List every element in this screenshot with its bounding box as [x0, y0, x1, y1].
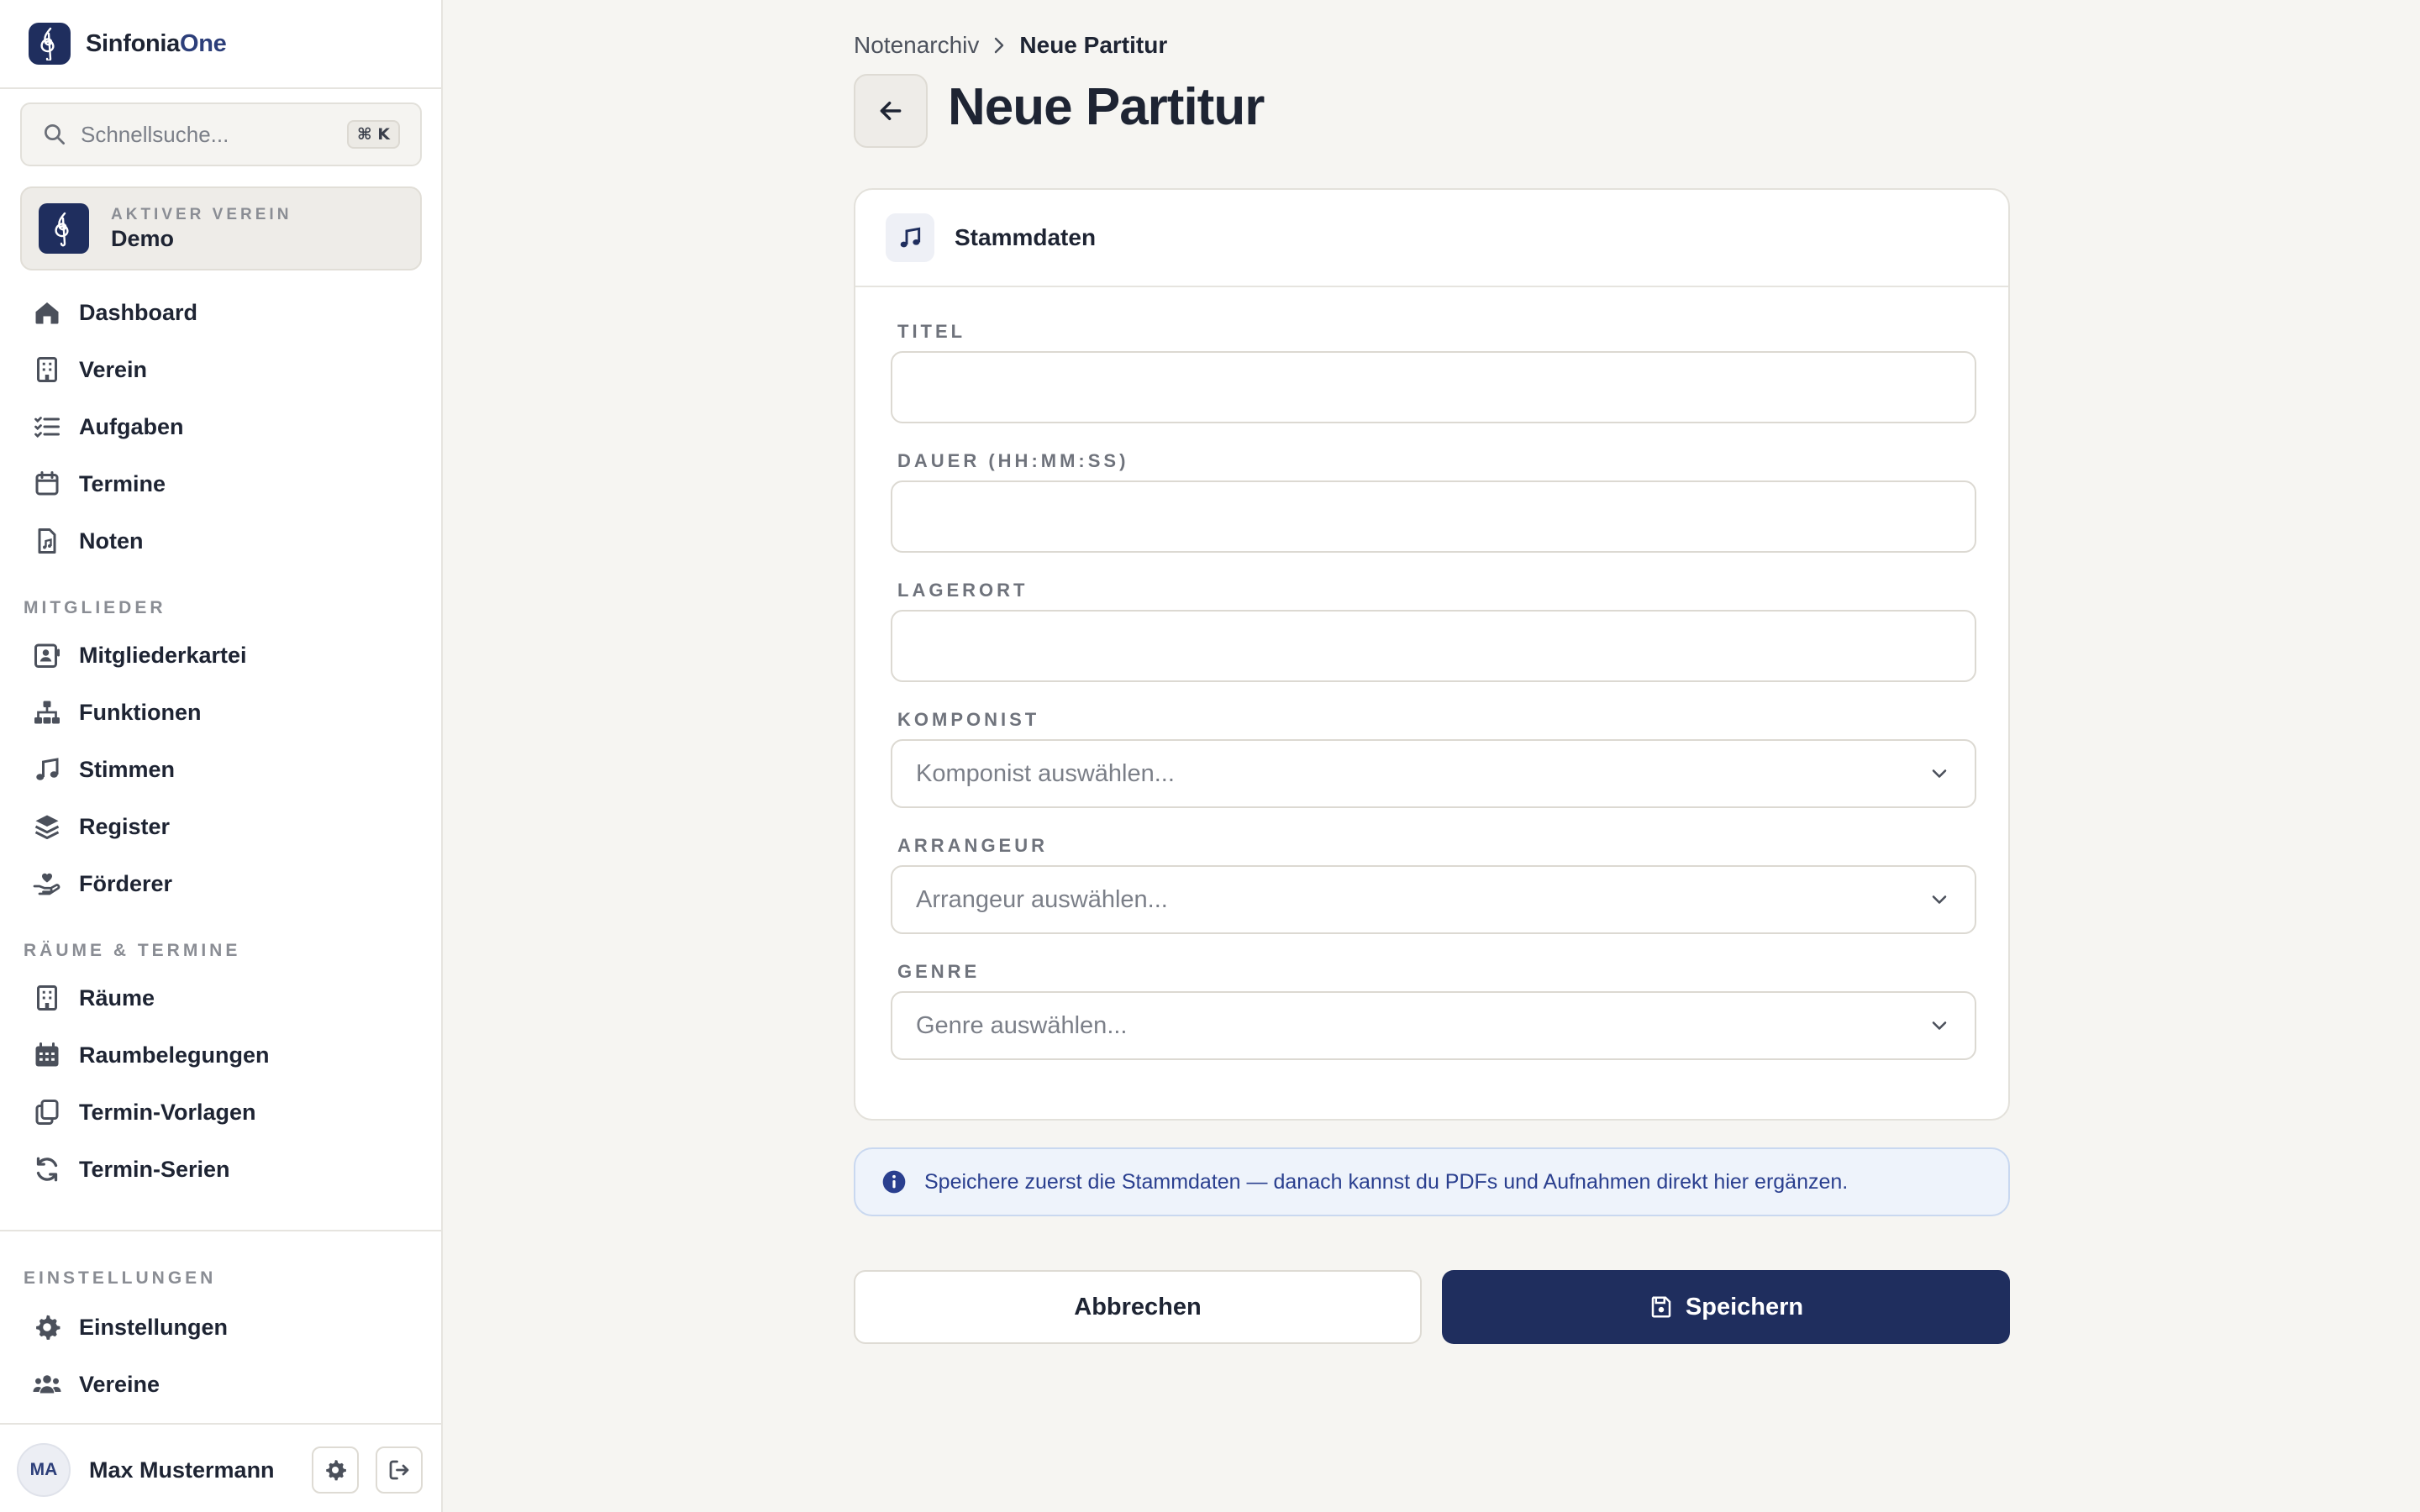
- search-shortcut-badge: ⌘ K: [347, 120, 400, 149]
- building-icon: [37, 357, 57, 382]
- komponist-select[interactable]: Komponist auswählen...: [891, 739, 1976, 808]
- page-title: Neue Partitur: [948, 78, 1265, 136]
- club-logo-icon: [39, 203, 89, 254]
- sidebar-item-termine[interactable]: Termine: [24, 460, 418, 507]
- file-music-icon: [38, 528, 56, 554]
- active-club-switcher[interactable]: AKTIVER VEREIN Demo: [20, 186, 422, 270]
- sidebar-item-register[interactable]: Register: [24, 803, 418, 850]
- settings-divider: [0, 1230, 441, 1231]
- arrangeur-select[interactable]: Arrangeur auswählen...: [891, 865, 1976, 934]
- clipped-section-label: [24, 1221, 32, 1228]
- lagerort-label: LAGERORT: [897, 580, 1028, 601]
- titel-input[interactable]: [891, 351, 1976, 423]
- layers-icon: [34, 815, 60, 839]
- calendar-icon: [35, 471, 59, 496]
- save-button[interactable]: Speichern: [1442, 1270, 2010, 1344]
- sidebar-item-termin-vorlagen[interactable]: Termin-Vorlagen: [24, 1089, 418, 1136]
- list-check-icon: [34, 417, 60, 438]
- user-name: Max Mustermann: [89, 1457, 275, 1483]
- logout-icon: [389, 1460, 409, 1480]
- sidebar-item-stimmen[interactable]: Stimmen: [24, 746, 418, 793]
- gear-icon: [36, 1315, 60, 1340]
- dauer-label: DAUER (HH:MM:SS): [897, 450, 1129, 471]
- info-text: Speichere zuerst die Stammdaten — danach…: [924, 1169, 1849, 1194]
- sidebar-item-noten[interactable]: Noten: [24, 517, 418, 564]
- logout-button[interactable]: [376, 1446, 423, 1494]
- chevron-right-icon: [991, 35, 1007, 55]
- id-card-icon: [34, 643, 60, 668]
- breadcrumb: Notenarchiv Neue Partitur: [854, 30, 1167, 60]
- sidebar-item-funktionen[interactable]: Funktionen: [24, 689, 418, 736]
- floppy-disk-icon: [1651, 1296, 1671, 1318]
- sidebar-item-einstellungen[interactable]: Einstellungen: [24, 1304, 418, 1351]
- user-panel: MA Max Mustermann: [0, 1428, 441, 1512]
- users-icon: [33, 1375, 61, 1394]
- stammdaten-card: Stammdaten TITEL DAUER (HH:MM:SS) LAGERO…: [854, 188, 2010, 1121]
- sidebar-item-raumbelegungen[interactable]: Raumbelegungen: [24, 1032, 418, 1079]
- building-icon: [37, 985, 57, 1011]
- section-label-mitglieder: MITGLIEDER: [24, 598, 166, 617]
- breadcrumb-current: Neue Partitur: [1019, 32, 1168, 58]
- chevron-down-icon: [1932, 769, 1947, 778]
- info-banner: Speichere zuerst die Stammdaten — danach…: [854, 1147, 2010, 1216]
- app-name: SinfoniaOne: [86, 29, 227, 57]
- sidebar-item-aufgaben[interactable]: Aufgaben: [24, 403, 418, 450]
- genre-select[interactable]: Genre auswählen...: [891, 991, 1976, 1060]
- komponist-placeholder: Komponist auswählen...: [916, 759, 1175, 787]
- brand-header[interactable]: SinfoniaOne: [0, 0, 441, 89]
- active-club-kicker: AKTIVER VEREIN: [111, 205, 292, 223]
- save-button-label: Speichern: [1685, 1293, 1804, 1320]
- sidebar-item-foerderer[interactable]: Förderer: [24, 860, 418, 907]
- gear-icon: [326, 1460, 346, 1481]
- music-note-icon: [886, 213, 934, 262]
- sidebar-item-mitgliederkartei[interactable]: Mitgliederkartei: [24, 632, 418, 679]
- hand-heart-icon: [33, 873, 60, 895]
- quick-search-input[interactable]: Schnellsuche... ⌘ K: [20, 102, 422, 166]
- info-icon: [882, 1170, 906, 1194]
- copy-icon: [35, 1100, 59, 1125]
- card-header: Stammdaten: [855, 190, 2008, 287]
- chevron-down-icon: [1932, 1021, 1947, 1030]
- genre-label: GENRE: [897, 961, 981, 982]
- search-placeholder: Schnellsuche...: [81, 121, 229, 147]
- genre-placeholder: Genre auswählen...: [916, 1011, 1128, 1039]
- music-note-icon: [36, 758, 59, 780]
- sidebar-item-dashboard[interactable]: Dashboard: [24, 289, 418, 336]
- sitemap-icon: [34, 701, 60, 724]
- avatar[interactable]: MA: [17, 1443, 71, 1497]
- search-icon: [45, 124, 65, 144]
- home-icon: [35, 302, 59, 324]
- back-button[interactable]: [854, 74, 928, 148]
- sidebar: SinfoniaOne Schnellsuche... ⌘ K AKTIVER …: [0, 0, 443, 1512]
- arrow-left-icon: [880, 101, 902, 121]
- user-divider: [0, 1423, 441, 1425]
- breadcrumb-link-notenarchiv[interactable]: Notenarchiv: [854, 32, 979, 59]
- calendar-grid-icon: [35, 1042, 59, 1067]
- arrangeur-label: ARRANGEUR: [897, 835, 1048, 856]
- section-label-raeume-termine: RÄUME & TERMINE: [24, 941, 241, 960]
- user-settings-button[interactable]: [312, 1446, 359, 1494]
- sidebar-item-verein[interactable]: Verein: [24, 346, 418, 393]
- dauer-input[interactable]: [891, 480, 1976, 553]
- chevron-down-icon: [1932, 895, 1947, 904]
- komponist-label: KOMPONIST: [897, 709, 1040, 730]
- titel-label: TITEL: [897, 321, 966, 342]
- cancel-button[interactable]: Abbrechen: [854, 1270, 1422, 1344]
- sidebar-item-raeume[interactable]: Räume: [24, 974, 418, 1021]
- lagerort-input[interactable]: [891, 610, 1976, 682]
- treble-clef-logo-icon: [29, 23, 71, 65]
- repeat-icon: [36, 1157, 58, 1182]
- sidebar-item-vereine[interactable]: Vereine: [24, 1361, 418, 1408]
- active-club-name: Demo: [111, 225, 175, 251]
- sidebar-item-termin-serien[interactable]: Termin-Serien: [24, 1146, 418, 1193]
- section-label-einstellungen: EINSTELLUNGEN: [24, 1268, 217, 1288]
- card-title: Stammdaten: [955, 224, 1097, 250]
- arrangeur-placeholder: Arrangeur auswählen...: [916, 885, 1168, 913]
